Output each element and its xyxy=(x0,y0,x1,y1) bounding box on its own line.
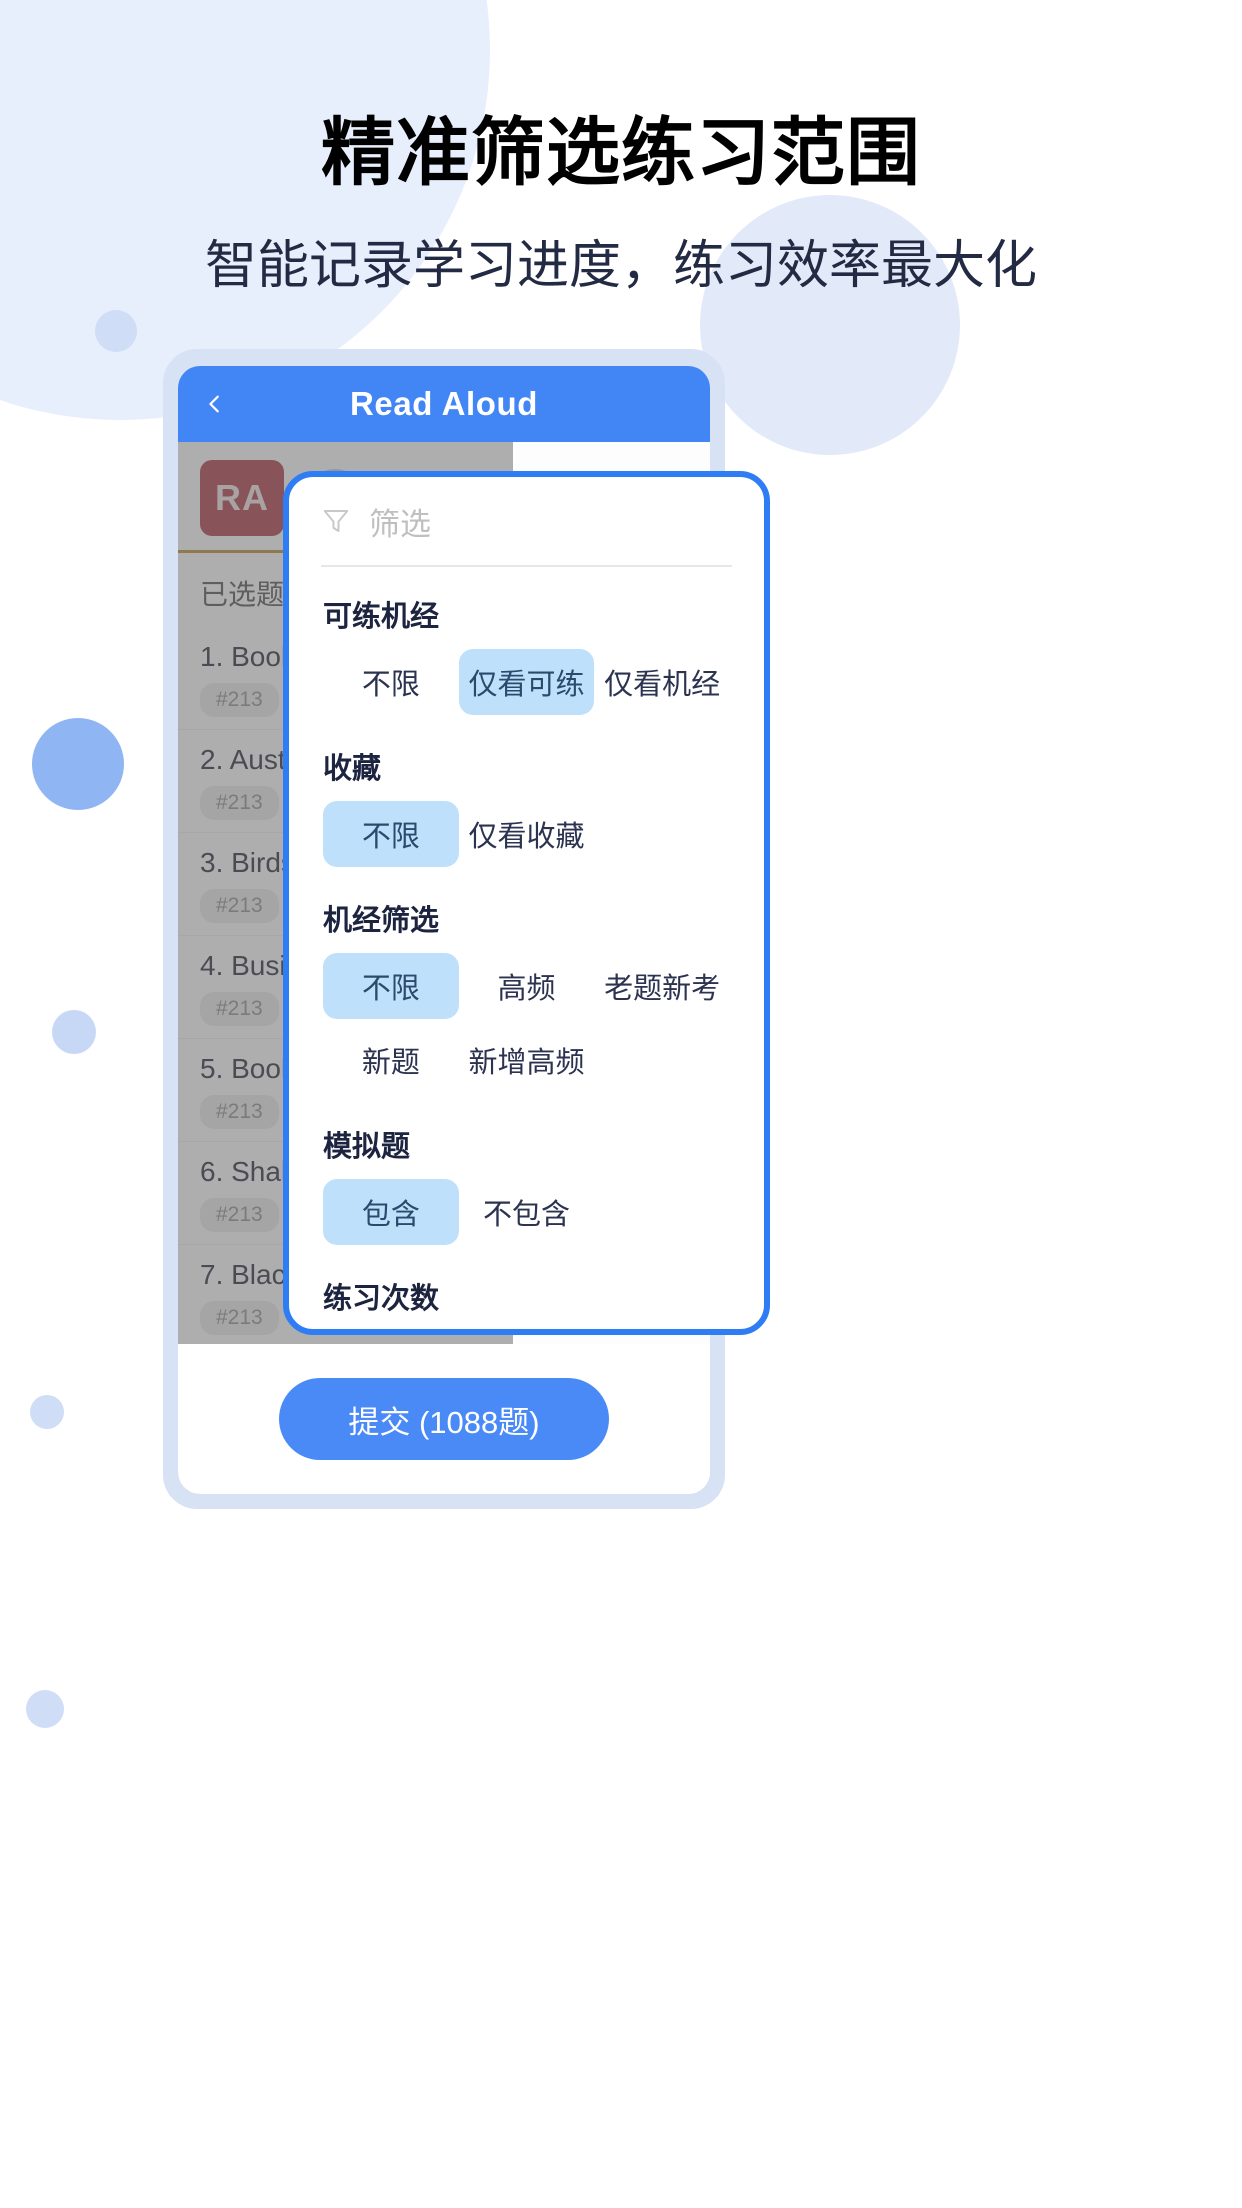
ra-badge: RA xyxy=(200,460,284,536)
filter-group-title: 机经筛选 xyxy=(323,905,440,937)
list-item-tag: #213 xyxy=(200,889,279,923)
filter-option[interactable]: 不限 xyxy=(323,649,459,715)
list-item-tag: #213 xyxy=(200,1095,279,1129)
submit-button[interactable]: 提交 (1088题) xyxy=(279,1378,609,1460)
filter-option-list: 不限 高频 老题新考新题 新增高频 xyxy=(323,949,730,1097)
filter-option-list: 不限 仅看收藏 xyxy=(323,797,730,871)
submit-area: 提交 (1088题) xyxy=(178,1344,710,1494)
filter-group: 练习次数不限未练习低于2次低于5次低于10次 xyxy=(323,1275,730,1335)
filter-option-list: 不限未练习低于2次低于5次低于10次 xyxy=(323,1327,730,1335)
filter-option[interactable]: 仅看机经 xyxy=(594,649,730,715)
decor-blob-small-a xyxy=(95,310,137,352)
filter-option[interactable]: 低于2次 xyxy=(594,1331,730,1335)
page-title: 精准筛选练习范围 xyxy=(321,111,921,194)
filter-group: 收藏不限 仅看收藏 xyxy=(323,745,730,871)
decor-blob-small-c xyxy=(30,1395,64,1429)
filter-option[interactable]: 不限 xyxy=(323,953,459,1019)
filter-option-list: 包含 不包含 xyxy=(323,1175,730,1249)
app-header-title: Read Aloud xyxy=(349,385,539,422)
filter-option[interactable]: 高频 xyxy=(459,953,595,1019)
filter-option[interactable]: 不限 xyxy=(323,801,459,867)
hero-section: 精准筛选练习范围 智能记录学习进度，练习效率最大化 xyxy=(0,0,1242,298)
page-subtitle: 智能记录学习进度，练习效率最大化 xyxy=(204,237,1037,296)
decor-blob-small-b xyxy=(52,1010,96,1054)
filter-option[interactable]: 新增高频 xyxy=(459,1027,595,1093)
filter-option-list: 不限 仅看可练 仅看机经 xyxy=(323,645,730,719)
list-item-tag: #213 xyxy=(200,1198,279,1232)
filter-search-placeholder: 筛选 xyxy=(369,506,431,542)
filter-option[interactable]: 未练习 xyxy=(459,1331,595,1335)
filter-group-title: 模拟题 xyxy=(323,1131,411,1163)
list-item-tag: #213 xyxy=(200,683,279,717)
funnel-icon xyxy=(321,506,351,536)
filter-option[interactable]: 老题新考 xyxy=(594,953,730,1019)
filter-option[interactable]: 仅看可练 xyxy=(458,649,595,715)
filter-group-title: 收藏 xyxy=(323,753,382,785)
filter-option[interactable]: 新题 xyxy=(323,1027,459,1093)
filter-option[interactable]: 不限 xyxy=(323,1331,459,1335)
filter-group-title: 可练机经 xyxy=(323,601,440,633)
filter-header[interactable]: 筛选 xyxy=(321,477,732,567)
chevron-left-icon[interactable] xyxy=(204,393,226,415)
app-header: Read Aloud xyxy=(178,366,710,442)
filter-option[interactable]: 不包含 xyxy=(459,1179,595,1245)
decor-blob-mid xyxy=(32,718,124,810)
list-item-tag: #213 xyxy=(200,1301,279,1335)
decor-blob-small-d xyxy=(26,1690,64,1728)
filter-modal: 筛选 可练机经 不限 仅看可练 仅看机经 收藏 不限 仅看收藏 机经筛选 不限 高频 老题新考 新题新… xyxy=(283,471,770,1335)
filter-group: 机经筛选不限 高频 老题新考新题 新增高频 xyxy=(323,897,730,1097)
filter-group: 模拟题包含 不包含 xyxy=(323,1123,730,1249)
list-item-tag: #213 xyxy=(200,786,279,820)
filter-groups: 可练机经 不限 仅看可练 仅看机经 收藏 不限 仅看收藏 机经筛选 不限 高频 老题新考 新题 新增高频… xyxy=(323,593,730,1335)
filter-option[interactable]: 仅看收藏 xyxy=(459,801,595,867)
filter-option[interactable]: 包含 xyxy=(323,1179,459,1245)
filter-group-title: 练习次数 xyxy=(323,1283,440,1315)
filter-group: 可练机经不限 仅看可练 仅看机经 xyxy=(323,593,730,719)
list-item-tag: #213 xyxy=(200,992,279,1026)
